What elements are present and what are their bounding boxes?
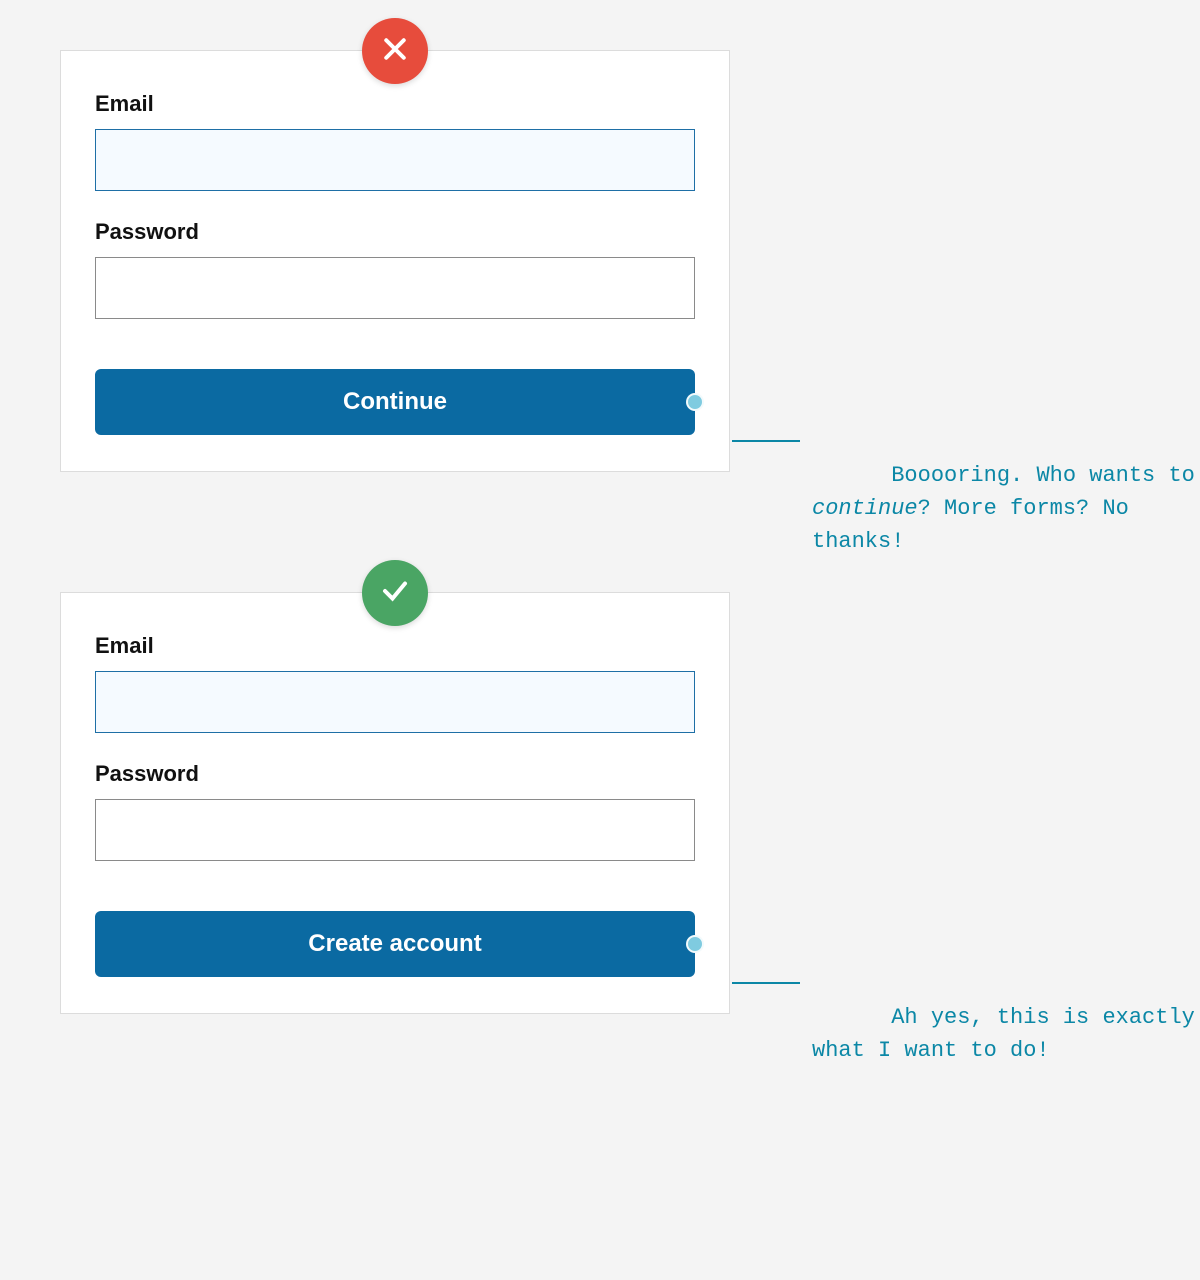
form-card: Email Password Create account	[60, 592, 730, 1014]
check-badge	[362, 560, 428, 626]
password-input[interactable]	[95, 257, 695, 319]
email-input[interactable]	[95, 129, 695, 191]
annotation-text: Ah yes, this is exactly what I want to d…	[812, 968, 1200, 1100]
create-account-button[interactable]: Create account	[95, 911, 695, 977]
good-example: Email Password Create account Ah yes, th…	[60, 592, 1140, 1014]
check-icon	[380, 576, 410, 611]
form-card: Email Password Continue	[60, 50, 730, 472]
password-label: Password	[95, 219, 695, 245]
annotation-text: Booooring. Who wants to continue? More f…	[812, 426, 1200, 591]
button-label: Create account	[308, 930, 481, 957]
annotation-marker	[686, 935, 704, 953]
email-input[interactable]	[95, 671, 695, 733]
annotation-connector	[732, 982, 800, 984]
annotation-marker	[686, 393, 704, 411]
annotation-connector	[732, 440, 800, 442]
continue-button[interactable]: Continue	[95, 369, 695, 435]
x-badge	[362, 18, 428, 84]
email-label: Email	[95, 91, 695, 117]
bad-example: Email Password Continue Booooring. Who w…	[60, 50, 1140, 472]
password-label: Password	[95, 761, 695, 787]
button-label: Continue	[343, 388, 447, 415]
password-input[interactable]	[95, 799, 695, 861]
x-icon	[380, 34, 410, 69]
email-label: Email	[95, 633, 695, 659]
